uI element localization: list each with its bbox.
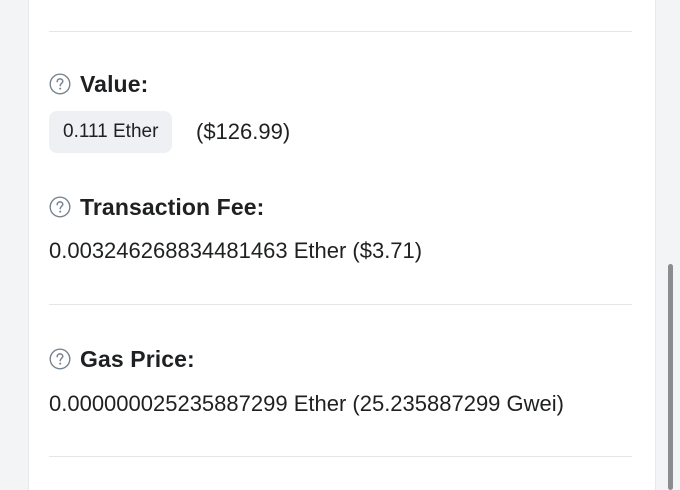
value-label: Value:	[80, 70, 149, 97]
transaction-fee-label-row: Transaction Fee:	[49, 193, 264, 221]
divider-middle	[49, 304, 632, 305]
value-label-row: Value:	[49, 70, 148, 98]
gas-price-label-row: Gas Price:	[49, 345, 195, 373]
question-circle-icon[interactable]	[49, 73, 71, 95]
transaction-fee-label: Transaction Fee:	[80, 193, 265, 220]
question-circle-icon[interactable]	[49, 348, 71, 370]
gas-price-label: Gas Price:	[80, 345, 195, 372]
divider-bottom	[49, 456, 632, 457]
value-ether-pill: 0.111 Ether	[49, 111, 173, 153]
transaction-fee-value: 0.003246268834481463 Ether ($3.71)	[49, 238, 423, 263]
question-circle-icon[interactable]	[49, 196, 71, 218]
scrollbar-thumb[interactable]	[668, 264, 673, 490]
value-usd: ($126.99)	[196, 119, 291, 144]
divider-top	[49, 31, 632, 32]
gas-price-value: 0.000000025235887299 Ether (25.235887299…	[49, 391, 564, 416]
